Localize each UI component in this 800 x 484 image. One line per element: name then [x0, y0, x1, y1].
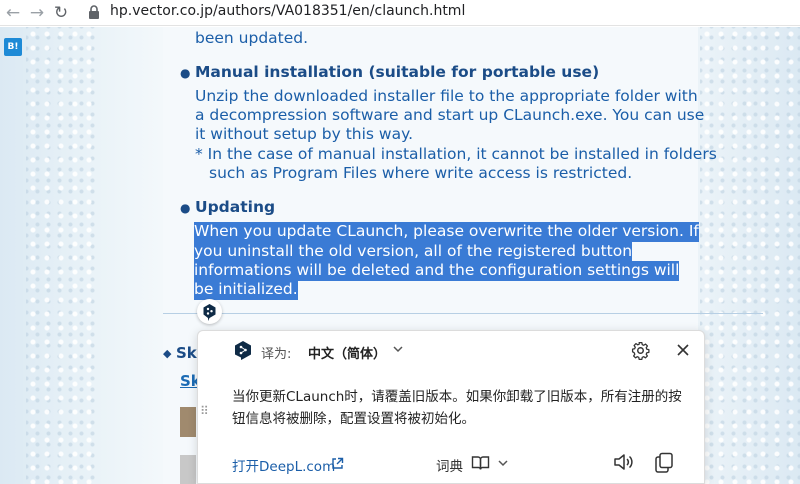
translation-result: 当你更新CLaunch时，请覆盖旧版本。如果你卸载了旧版本，所有注册的按钮信息将… — [232, 389, 682, 427]
target-language-select[interactable]: 中文（简体） — [308, 343, 386, 362]
hatena-bookmark-icon[interactable]: B! — [4, 38, 22, 56]
copy-icon[interactable] — [654, 452, 674, 473]
note-line: such as Program Files where write access… — [209, 164, 633, 182]
deepl-logo-icon — [203, 304, 216, 321]
close-icon[interactable] — [676, 343, 690, 357]
text-line: been updated. — [195, 29, 309, 47]
updating-heading: Updating — [195, 198, 276, 216]
lock-icon[interactable] — [87, 4, 101, 20]
decorative-pattern-left — [26, 27, 98, 484]
note-line: * In the case of manual installation, it… — [195, 145, 717, 163]
chevron-down-icon[interactable] — [497, 457, 509, 469]
gear-icon[interactable] — [631, 341, 650, 360]
manual-install-heading: Manual installation (suitable for portab… — [195, 63, 600, 81]
book-icon[interactable] — [471, 455, 490, 471]
text-line: it without setup by this way. — [195, 125, 413, 143]
open-deepl-link[interactable]: 打开DeepL.com — [232, 455, 335, 475]
deepl-floating-button[interactable] — [197, 299, 222, 324]
browser-toolbar: ← → ↻ hp.vector.co.jp/authors/VA018351/e… — [0, 0, 800, 26]
chevron-down-icon[interactable] — [392, 343, 404, 355]
thumbnail-image[interactable] — [180, 455, 196, 484]
bullet-icon: ● — [180, 66, 191, 80]
back-icon[interactable]: ← — [2, 2, 24, 24]
selected-text-line[interactable]: be initialized. — [194, 280, 298, 300]
reload-icon[interactable]: ↻ — [50, 2, 72, 24]
drag-handle-icon[interactable]: ⠿ — [200, 404, 209, 418]
section-divider — [163, 313, 763, 314]
selected-text-line[interactable]: When you update CLaunch, please overwrit… — [194, 222, 699, 242]
diamond-bullet-icon: ◆ — [163, 347, 172, 360]
text-line: a decompression software and start up CL… — [195, 106, 705, 124]
address-bar[interactable]: hp.vector.co.jp/authors/VA018351/en/clau… — [110, 3, 465, 19]
thumbnail-image[interactable] — [180, 407, 196, 437]
text-line: Unzip the downloaded installer file to t… — [195, 87, 698, 105]
dictionary-label[interactable]: 词典 — [436, 455, 463, 475]
translate-to-label: 译为: — [261, 347, 292, 362]
bullet-icon: ● — [180, 201, 191, 215]
decorative-pattern-right — [700, 27, 800, 484]
external-link-icon[interactable] — [331, 457, 344, 470]
selected-text-line[interactable]: you uninstall the old version, all of th… — [194, 242, 633, 262]
speaker-icon[interactable] — [613, 452, 635, 472]
forward-icon[interactable]: → — [26, 2, 48, 24]
deepl-logo-icon — [235, 341, 251, 360]
selected-text-line[interactable]: informations will be deleted and the con… — [194, 261, 680, 281]
